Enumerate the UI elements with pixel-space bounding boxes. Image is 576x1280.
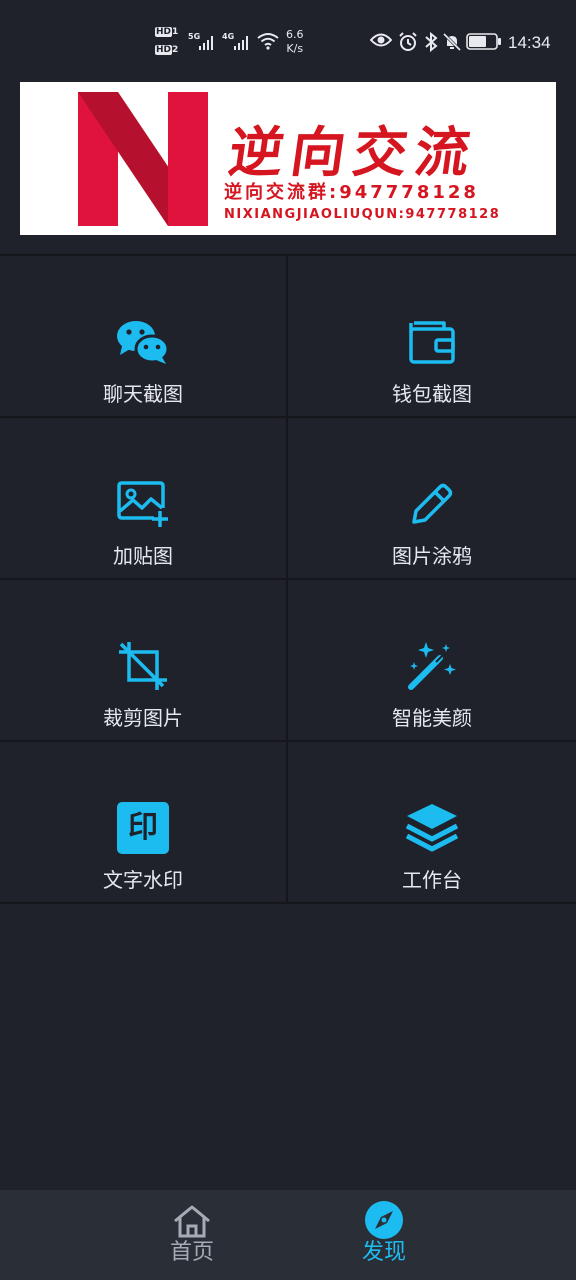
feature-label: 聊天截图: [103, 382, 183, 406]
nav-discover-label: 发现: [361, 1240, 406, 1265]
bottom-nav: 首页 发现: [0, 1190, 576, 1280]
feature-chat-screenshot[interactable]: 聊天截图: [0, 256, 288, 418]
crop-icon: [115, 638, 171, 694]
promo-banner[interactable]: 逆向交流 逆向交流群:947778128 NIXIANGJIAOLIUQUN:9…: [20, 82, 556, 235]
wechat-icon: [115, 314, 171, 370]
feature-label: 图片涂鸦: [392, 544, 472, 568]
logo-n-icon: [78, 92, 208, 226]
feature-label: 裁剪图片: [103, 706, 183, 730]
eye-icon: [370, 33, 392, 47]
clock: 14:34: [508, 33, 551, 52]
banner-group-line: 逆向交流群:947778128: [224, 182, 479, 203]
feature-beauty[interactable]: 智能美颜: [288, 580, 576, 742]
home-icon: [174, 1205, 210, 1238]
banner-title: 逆向交流: [224, 120, 482, 184]
feature-text-watermark[interactable]: 印 文字水印: [0, 742, 288, 904]
network-speed: 6.6 K/s: [286, 28, 304, 55]
alarm-icon: [399, 32, 417, 51]
wallet-icon: [404, 314, 460, 370]
feature-label: 文字水印: [103, 868, 183, 892]
watermark-badge-text: 印: [128, 810, 158, 845]
feature-crop[interactable]: 裁剪图片: [0, 580, 288, 742]
layers-icon: [404, 800, 460, 856]
feature-label: 钱包截图: [392, 382, 472, 406]
feature-add-sticker[interactable]: 加贴图: [0, 418, 288, 580]
signal-icon: [234, 36, 248, 50]
bluetooth-icon: [425, 32, 438, 52]
sim1-indicator: HD1: [155, 27, 179, 37]
pencil-icon: [404, 476, 460, 532]
feature-doodle[interactable]: 图片涂鸦: [288, 418, 576, 580]
banner-pinyin-line: NIXIANGJIAOLIUQUN:947778128: [224, 207, 501, 222]
feature-workbench[interactable]: 工作台: [288, 742, 576, 904]
feature-wallet-screenshot[interactable]: 钱包截图: [288, 256, 576, 418]
sim2-indicator: HD2: [155, 45, 179, 55]
mute-bell-icon: [442, 32, 462, 52]
wifi-icon: [257, 33, 279, 50]
magic-wand-icon: [404, 638, 460, 694]
signal-icon: [199, 36, 213, 50]
nav-discover[interactable]: 发现: [324, 1190, 444, 1280]
add-image-icon: [115, 476, 171, 532]
nav-home-label: 首页: [169, 1240, 214, 1265]
status-bar: HD1 HD2 5G 4G 6.6 K/s 14:34: [0, 0, 576, 66]
feature-grid: 聊天截图 钱包截图 加贴图 图片涂鸦 裁剪图片 智能美颜 印 文字水印 工作台: [0, 254, 576, 904]
nav-home[interactable]: 首页: [132, 1190, 252, 1280]
feature-label: 工作台: [402, 868, 462, 892]
feature-label: 加贴图: [113, 544, 173, 568]
feature-label: 智能美颜: [392, 706, 472, 730]
battery-icon: [466, 33, 501, 50]
network-type-2: 4G: [222, 32, 235, 41]
watermark-icon: 印: [115, 800, 171, 856]
